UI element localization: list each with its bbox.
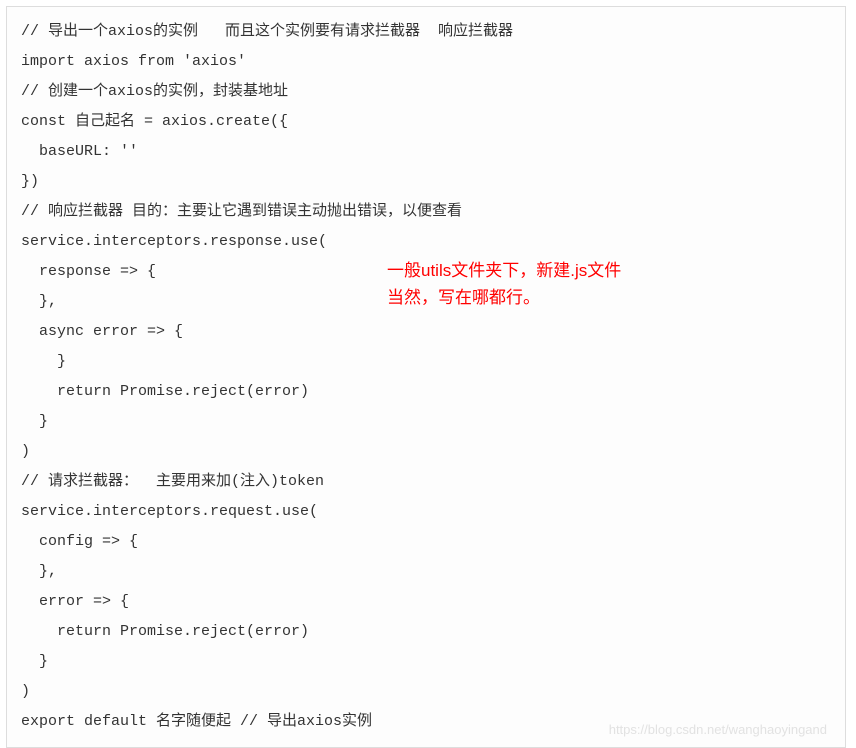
annotation-line: 一般utils文件夹下，新建.js文件 — [387, 257, 621, 284]
code-line: async error => { — [21, 317, 831, 347]
code-line: // 响应拦截器 目的：主要让它遇到错误主动抛出错误，以便查看 — [21, 197, 831, 227]
code-line: // 请求拦截器： 主要用来加(注入)token — [21, 467, 831, 497]
code-line: } — [21, 407, 831, 437]
code-line: ) — [21, 437, 831, 467]
code-line: ) — [21, 677, 831, 707]
code-line: // 创建一个axios的实例，封装基地址 — [21, 77, 831, 107]
code-line: }, — [21, 557, 831, 587]
watermark: https://blog.csdn.net/wanghaoyingand — [609, 722, 827, 737]
code-line: error => { — [21, 587, 831, 617]
code-line: config => { — [21, 527, 831, 557]
code-line: import axios from 'axios' — [21, 47, 831, 77]
code-line: service.interceptors.request.use( — [21, 497, 831, 527]
code-line: }) — [21, 167, 831, 197]
annotation-line: 当然，写在哪都行。 — [387, 284, 621, 311]
code-block: // 导出一个axios的实例 而且这个实例要有请求拦截器 响应拦截器 impo… — [6, 6, 846, 748]
code-line: const 自己起名 = axios.create({ — [21, 107, 831, 137]
code-line: return Promise.reject(error) — [21, 377, 831, 407]
code-line: service.interceptors.response.use( — [21, 227, 831, 257]
code-line: } — [21, 347, 831, 377]
annotation-note: 一般utils文件夹下，新建.js文件 当然，写在哪都行。 — [387, 257, 621, 311]
code-line: // 导出一个axios的实例 而且这个实例要有请求拦截器 响应拦截器 — [21, 17, 831, 47]
code-line: baseURL: '' — [21, 137, 831, 167]
code-line: } — [21, 647, 831, 677]
code-line: return Promise.reject(error) — [21, 617, 831, 647]
